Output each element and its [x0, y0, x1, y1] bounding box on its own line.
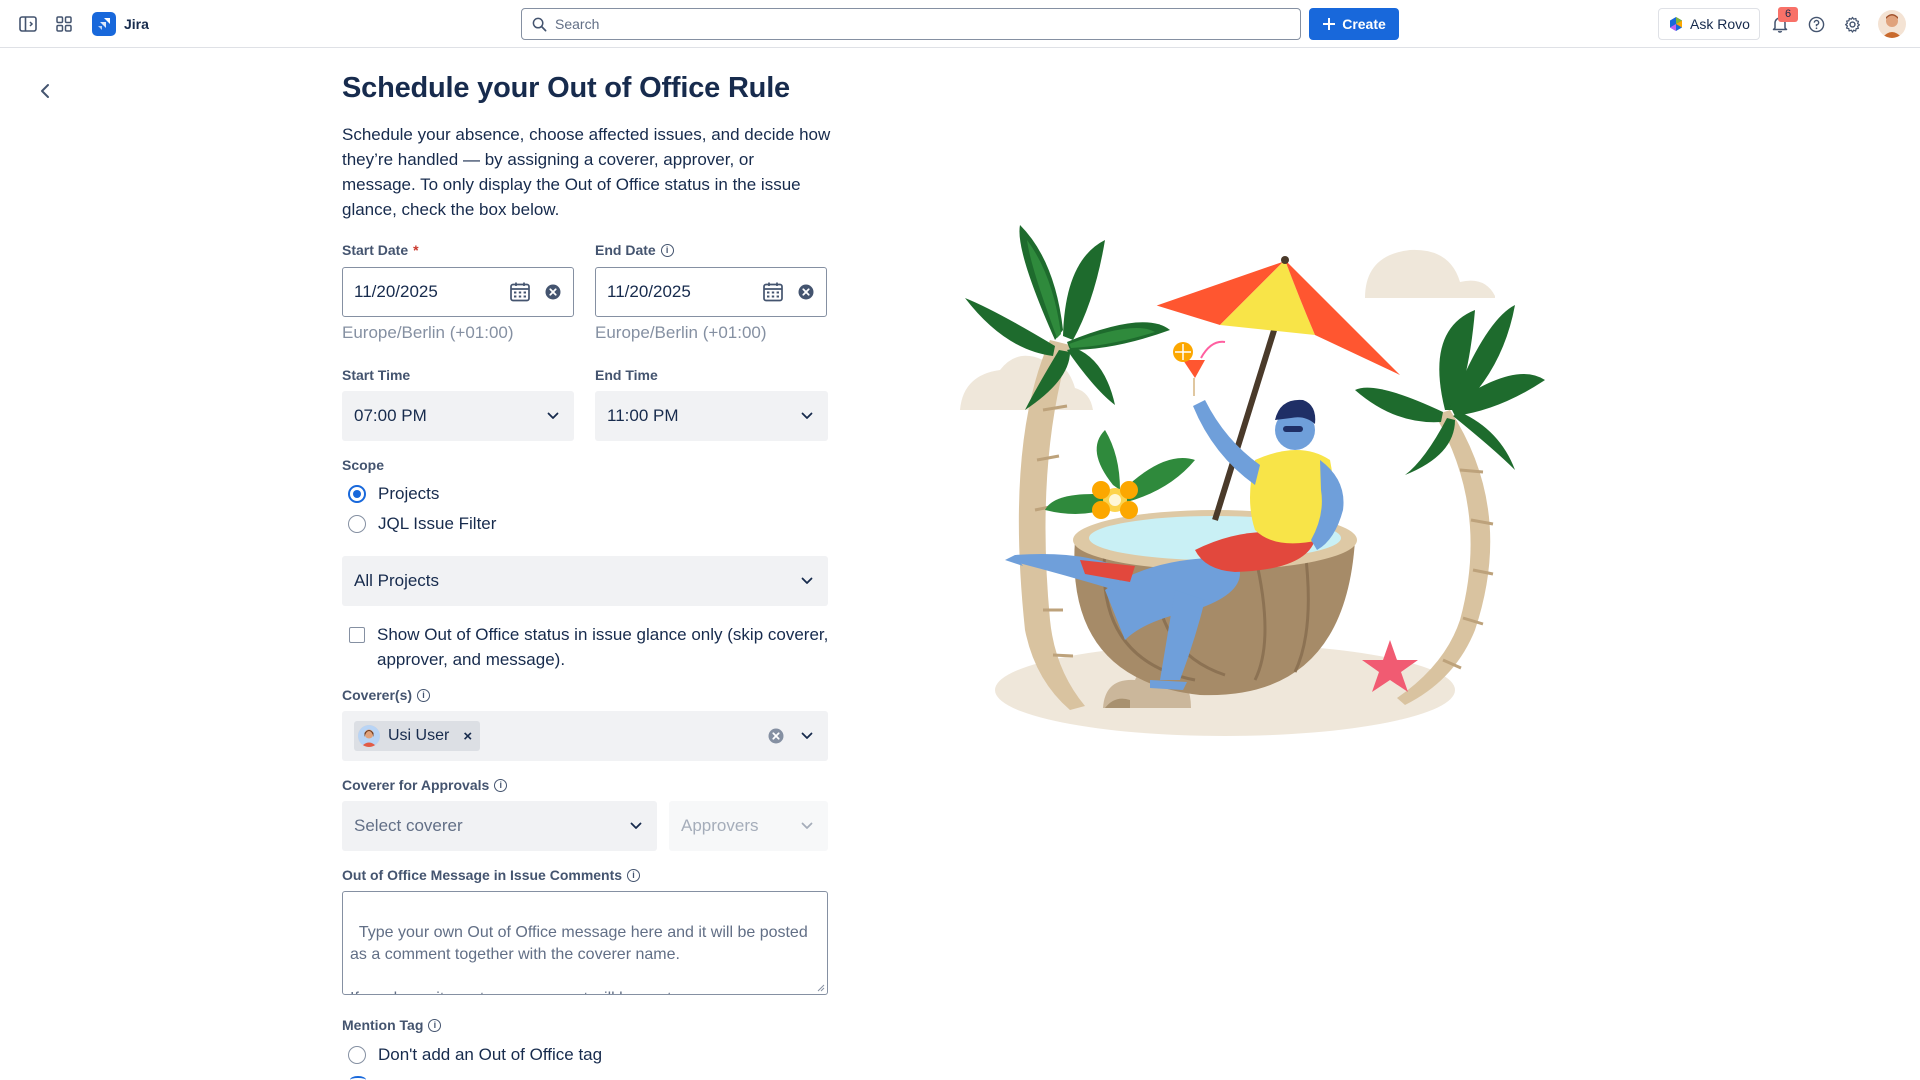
approvals-label-text: Coverer for Approvals	[342, 777, 490, 793]
scope-option-jql[interactable]: JQL Issue Filter	[348, 514, 496, 534]
scope-option-label: Projects	[378, 484, 440, 503]
info-icon[interactable]: i	[428, 1018, 442, 1032]
info-icon[interactable]: i	[660, 243, 674, 257]
partial-radio-selected	[350, 1076, 366, 1080]
end-time-select[interactable]: 11:00 PM	[595, 391, 828, 441]
mention-tag-label-text: Mention Tag	[342, 1017, 424, 1033]
coverers-label-text: Coverer(s)	[342, 687, 413, 703]
info-icon[interactable]: i	[494, 778, 508, 792]
create-button[interactable]: Create	[1309, 8, 1399, 40]
jira-logo[interactable]: Jira	[92, 12, 149, 36]
radio-unselected[interactable]	[348, 515, 366, 533]
coverers-label: Coverer(s) i	[342, 687, 431, 703]
resize-handle-icon[interactable]	[817, 984, 825, 992]
calendar-icon[interactable]	[509, 281, 531, 303]
glance-only-label: Show Out of Office status in issue glanc…	[377, 625, 829, 669]
user-chip[interactable]: Usi User ×	[354, 721, 481, 751]
app-name: Jira	[124, 16, 149, 32]
end-date-timezone: Europe/Berlin (+01:00)	[595, 323, 767, 342]
end-time-label: End Time	[595, 367, 658, 383]
chevron-left-icon	[41, 84, 49, 98]
settings-gear-icon[interactable]	[1840, 12, 1864, 36]
glance-only-option[interactable]: Show Out of Office status in issue glanc…	[349, 622, 829, 672]
message-placeholder: Type your own Out of Office message here…	[350, 924, 808, 994]
help-icon[interactable]	[1804, 12, 1828, 36]
clear-icon[interactable]	[798, 284, 814, 300]
start-time-select[interactable]: 07:00 PM	[342, 391, 574, 441]
jira-logo-icon	[92, 12, 116, 36]
scope-option-label: JQL Issue Filter	[378, 514, 497, 533]
vacation-illustration	[960, 225, 1545, 736]
message-label-text: Out of Office Message in Issue Comments	[342, 867, 623, 883]
end-date-label-text: End Date	[595, 242, 656, 258]
select-coverer-dropdown[interactable]: Select coverer	[342, 801, 657, 851]
info-icon[interactable]: i	[627, 868, 641, 882]
scope-label: Scope	[342, 457, 385, 473]
chevron-down-icon	[800, 574, 814, 588]
start-date-timezone: Europe/Berlin (+01:00)	[342, 323, 514, 342]
radio-unselected[interactable]	[348, 1046, 366, 1064]
top-navigation-bar: Jira Search Create Ask Rovo 6	[0, 0, 1920, 48]
ask-rovo-button[interactable]: Ask Rovo	[1658, 8, 1760, 40]
required-asterisk: *	[413, 242, 419, 258]
page-description: Schedule your absence, choose affected i…	[342, 125, 831, 219]
rovo-icon	[1670, 17, 1683, 31]
user-avatar[interactable]	[1878, 10, 1906, 38]
search-icon	[532, 17, 547, 31]
page-title: Schedule your Out of Office Rule	[342, 72, 790, 104]
notification-count-badge: 6	[1778, 7, 1798, 22]
mention-tag-option-label: Don't add an Out of Office tag	[378, 1045, 603, 1064]
mention-tag-option-none[interactable]: Don't add an Out of Office tag	[348, 1045, 602, 1065]
approvers-placeholder: Approvers	[681, 816, 759, 835]
end-date-field[interactable]: 11/20/2025	[595, 267, 827, 317]
create-label: Create	[1342, 16, 1386, 32]
start-date-value: 11/20/2025	[354, 282, 438, 301]
scope-option-projects[interactable]: Projects	[348, 484, 439, 504]
calendar-icon[interactable]	[762, 281, 784, 303]
glance-only-checkbox[interactable]	[349, 627, 365, 643]
coverers-select[interactable]: Usi User ×	[342, 711, 828, 761]
select-coverer-placeholder: Select coverer	[354, 816, 463, 835]
start-date-label-text: Start Date	[342, 242, 409, 258]
approvers-dropdown: Approvers	[669, 801, 828, 851]
start-time-value: 07:00 PM	[354, 406, 427, 425]
radio-selected[interactable]	[348, 485, 366, 503]
user-chip-label: Usi User	[388, 727, 450, 744]
end-date-label: End Date i	[595, 242, 674, 258]
chevron-down-icon	[800, 729, 814, 743]
search-placeholder: Search	[555, 16, 600, 32]
sidebar-toggle-icon[interactable]	[16, 12, 40, 36]
app-switcher-icon[interactable]	[52, 12, 76, 36]
approvals-label: Coverer for Approvals i	[342, 777, 508, 793]
mention-tag-label: Mention Tag i	[342, 1017, 442, 1033]
chevron-down-icon	[800, 409, 814, 423]
chevron-down-icon	[546, 409, 560, 423]
info-icon[interactable]: i	[417, 688, 431, 702]
ask-rovo-label: Ask Rovo	[1690, 16, 1750, 32]
end-date-value: 11/20/2025	[607, 282, 691, 301]
projects-select-value: All Projects	[354, 571, 440, 590]
chevron-down-icon	[800, 819, 814, 833]
out-of-office-message-textarea[interactable]: Type your own Out of Office message here…	[342, 891, 828, 995]
start-time-label: Start Time	[342, 367, 411, 383]
plus-icon	[1323, 18, 1336, 30]
projects-select[interactable]: All Projects	[342, 556, 828, 606]
start-date-field[interactable]: 11/20/2025	[342, 267, 574, 317]
start-date-label: Start Date *	[342, 242, 419, 258]
back-button[interactable]	[34, 80, 56, 102]
message-label: Out of Office Message in Issue Comments …	[342, 867, 641, 883]
remove-chip-icon[interactable]: ×	[463, 728, 472, 745]
user-chip-avatar	[358, 725, 380, 747]
search-input[interactable]: Search	[521, 8, 1301, 40]
chevron-down-icon	[629, 819, 643, 833]
clear-icon[interactable]	[545, 284, 561, 300]
clear-icon[interactable]	[768, 728, 784, 744]
end-time-value: 11:00 PM	[607, 406, 679, 425]
